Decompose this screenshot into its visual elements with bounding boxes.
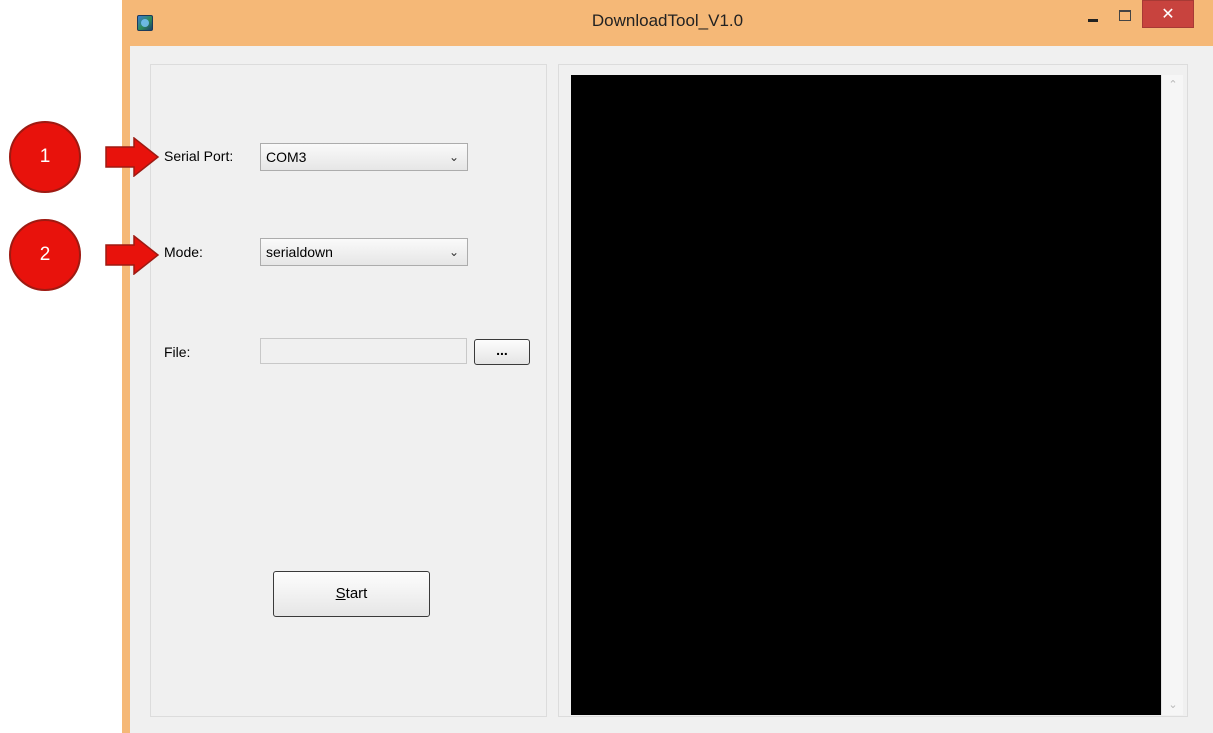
browse-button[interactable]: ... bbox=[474, 339, 530, 365]
title-bar[interactable]: DownloadTool_V1.0 ✕ bbox=[122, 0, 1213, 46]
maximize-button[interactable] bbox=[1109, 6, 1139, 30]
settings-panel: Serial Port: COM3 ⌄ Mode: serialdown ⌄ F… bbox=[150, 64, 547, 717]
arrow-right-icon-svg bbox=[105, 235, 160, 275]
start-label-rest: tart bbox=[345, 585, 368, 602]
log-output[interactable] bbox=[571, 75, 1161, 715]
start-label: Start bbox=[336, 585, 368, 602]
close-button[interactable]: ✕ bbox=[1142, 0, 1194, 28]
callout-2: 2 bbox=[9, 219, 81, 291]
mode-select[interactable]: serialdown ⌄ bbox=[260, 238, 468, 266]
start-button[interactable]: Start bbox=[273, 571, 430, 617]
arrow-right-icon-svg bbox=[105, 137, 160, 177]
callout-number: 2 bbox=[39, 244, 51, 265]
minimize-icon bbox=[1088, 19, 1098, 22]
maximize-icon bbox=[1119, 10, 1131, 21]
minimize-button[interactable] bbox=[1078, 6, 1108, 30]
callout-number: 1 bbox=[39, 146, 51, 167]
callout-1: 1 bbox=[9, 121, 81, 193]
serial-port-value: COM3 bbox=[266, 149, 307, 165]
app-window: DownloadTool_V1.0 ✕ Serial Port: COM3 ⌄ … bbox=[122, 0, 1213, 733]
file-path-input[interactable] bbox=[260, 338, 467, 364]
browse-label: ... bbox=[496, 342, 508, 358]
serial-port-label: Serial Port: bbox=[164, 148, 234, 164]
log-panel: ⌃ ⌄ bbox=[558, 64, 1188, 717]
client-area: Serial Port: COM3 ⌄ Mode: serialdown ⌄ F… bbox=[130, 46, 1213, 733]
mode-label: Mode: bbox=[164, 244, 203, 260]
chevron-down-icon: ⌄ bbox=[448, 245, 459, 259]
file-label: File: bbox=[164, 344, 191, 360]
chevron-down-icon[interactable]: ⌄ bbox=[1162, 695, 1184, 715]
close-icon: ✕ bbox=[1161, 6, 1175, 23]
window-title: DownloadTool_V1.0 bbox=[591, 11, 744, 30]
chevron-down-icon: ⌄ bbox=[448, 150, 459, 164]
log-scrollbar[interactable]: ⌃ ⌄ bbox=[1161, 75, 1183, 715]
arrow-right-icon bbox=[104, 235, 160, 275]
chevron-up-icon[interactable]: ⌃ bbox=[1162, 75, 1184, 95]
serial-port-select[interactable]: COM3 ⌄ bbox=[260, 143, 468, 171]
start-mnemonic: S bbox=[335, 585, 346, 602]
mode-value: serialdown bbox=[266, 244, 333, 260]
arrow-right-icon bbox=[104, 137, 160, 177]
